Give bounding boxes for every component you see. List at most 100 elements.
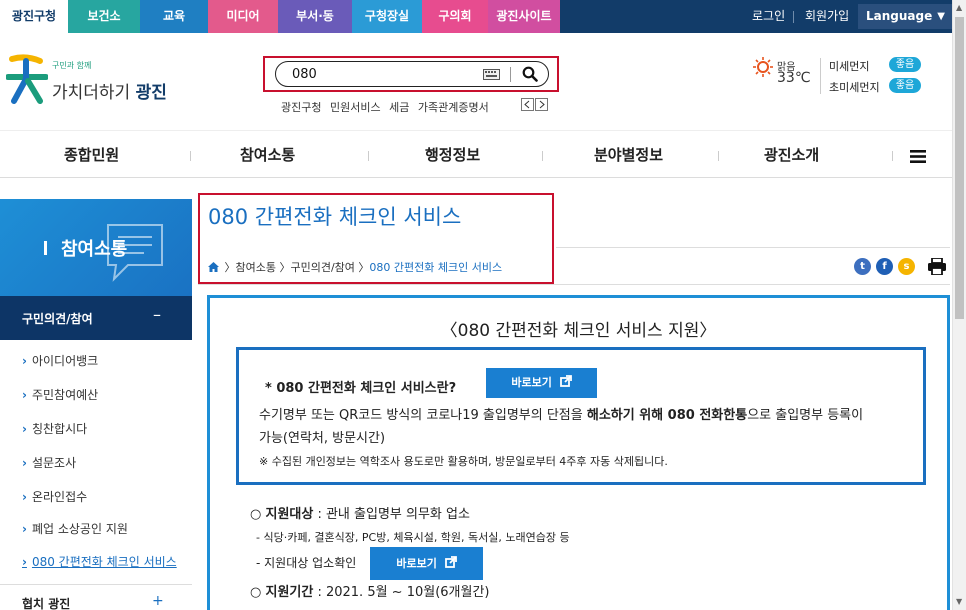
logo-icon[interactable] [6, 51, 48, 105]
sidebar-item-label: 주민참여예산 [31, 388, 99, 402]
login-link[interactable]: 로그인 [752, 0, 785, 33]
weather-temperature: 33℃ [777, 70, 811, 86]
breadcrumb-current: 080 간편전화 체크인 서비스 [369, 261, 503, 274]
chevron-right-icon: › [22, 422, 27, 436]
logo-text-main: 가치더하기 [52, 83, 136, 103]
main-nav: 종합민원 참여소통 행정정보 분야별정보 광진소개 [0, 130, 952, 178]
logo-text-strong: 광진 [135, 83, 167, 103]
info-description: 수기명부 또는 QR코드 방식의 코로나19 출입명부의 단점을 해소하기 위해… [259, 404, 863, 423]
support-target-text: : 관내 출입명부 의무화 업소 [313, 507, 470, 522]
divider [198, 284, 950, 285]
sidebar-item-label: 폐업 소상공인 지원 [31, 522, 128, 536]
twitter-share-icon[interactable]: t [854, 258, 871, 275]
nav-field-info[interactable]: 분야별정보 [594, 144, 663, 165]
view-button-label: 바로보기 [511, 376, 552, 389]
quick-link-tax[interactable]: 세금 [389, 101, 409, 114]
nav-divider [368, 151, 369, 161]
sidebar-item-praise[interactable]: › 칭찬합시다 [22, 420, 87, 437]
nav-about[interactable]: 광진소개 [764, 144, 819, 165]
scroll-up-icon[interactable]: ▲ [956, 3, 962, 12]
kakao-story-share-icon[interactable]: s [898, 258, 915, 275]
chevron-right-icon: › [22, 555, 27, 569]
chevron-right-icon: › [22, 522, 27, 536]
collapse-icon[interactable]: – [153, 305, 161, 324]
page-scrollbar[interactable]: ▲ ▼ [952, 0, 966, 610]
ultrafine-dust-label: 초미세먼지 [829, 81, 880, 94]
divider [556, 247, 950, 248]
fine-dust-badge: 좋음 [889, 57, 921, 72]
logo-text[interactable]: 가치더하기 광진 [52, 78, 167, 103]
view-button[interactable]: 바로보기 [486, 368, 597, 398]
scroll-down-icon[interactable]: ▼ [956, 597, 962, 606]
prev-next-icon[interactable] [521, 98, 549, 111]
tab-health-center[interactable]: 보건소 [68, 0, 140, 33]
page-title: 080 간편전화 체크인 서비스 [208, 205, 462, 229]
search-divider [510, 67, 511, 82]
sidebar-header: 참여소통 [0, 199, 192, 296]
logo-tagline: 구민과 함께 [52, 61, 92, 70]
top-divider [793, 11, 794, 23]
search-area [263, 56, 559, 92]
language-select[interactable]: Language ▼ [858, 4, 952, 29]
caret-down-icon: ▼ [937, 11, 945, 22]
nav-divider [542, 151, 543, 161]
sidebar-item-closure-support[interactable]: › 폐업 소상공인 지원 [22, 520, 128, 537]
fine-dust-label: 미세먼지 [829, 60, 870, 73]
breadcrumb: 〉참여소통 〉구민의견/참여 〉080 간편전화 체크인 서비스 [208, 259, 502, 275]
nav-participation[interactable]: 참여소통 [240, 144, 295, 165]
sidebar-item-survey[interactable]: › 설문조사 [22, 454, 76, 471]
sidebar-section-header[interactable]: 구민의견/참여 – [0, 296, 192, 340]
menu-icon[interactable] [910, 150, 926, 163]
chevron-right-icon: › [22, 354, 27, 368]
sidebar-item-online[interactable]: › 온라인접수 [22, 488, 87, 505]
tab-gwangjin-sites[interactable]: 광진사이트 [488, 0, 560, 33]
info-text: 수기명부 또는 QR코드 방식의 코로나19 출입명부의 단점을 [259, 408, 587, 423]
quick-link-office[interactable]: 광진구청 [281, 101, 321, 114]
quick-link-civil[interactable]: 민원서비스 [330, 101, 381, 114]
top-bar: 광진구청 보건소 교육 미디어 부서·동 구청장실 구의회 광진사이트 로그인 … [0, 0, 952, 33]
weather-divider [820, 58, 821, 94]
sidebar-item-label: 온라인접수 [31, 490, 88, 504]
sun-icon [753, 57, 773, 77]
content-box: 〈080 간편전화 체크인 서비스 지원〉 * 080 간편전화 체크인 서비스… [207, 295, 950, 610]
support-target: ○ 지원대상 : 관내 출입명부 의무화 업소 [250, 507, 470, 522]
content-heading: 〈080 간편전화 체크인 서비스 지원〉 [440, 321, 717, 341]
sidebar-item-label: 아이디어뱅크 [31, 354, 99, 368]
support-period: ○ 지원기간 : 2021. 5월 ~ 10월(6개월간) [250, 585, 490, 600]
tab-departments[interactable]: 부서·동 [278, 0, 352, 33]
search-input[interactable] [292, 66, 452, 82]
nav-divider [892, 151, 893, 161]
tab-education[interactable]: 교육 [140, 0, 208, 33]
sidebar-item-idea-bank[interactable]: › 아이디어뱅크 [22, 352, 98, 369]
tab-media[interactable]: 미디어 [208, 0, 278, 33]
quick-link-family[interactable]: 가족관계증명서 [418, 101, 489, 114]
search-icon[interactable] [522, 66, 538, 82]
tab-mayor-office[interactable]: 구청장실 [352, 0, 422, 33]
speech-bubble-icon [107, 224, 163, 282]
scrollbar-thumb[interactable] [955, 17, 964, 319]
keyboard-icon[interactable] [483, 69, 500, 80]
business-check-button[interactable]: 바로보기 [370, 547, 483, 580]
breadcrumb-item[interactable]: 참여소통 [236, 261, 276, 274]
nav-civil-services[interactable]: 종합민원 [64, 144, 119, 165]
language-label: Language [866, 9, 933, 23]
sidebar-item-080-checkin[interactable]: › 080 간편전화 체크인 서비스 [22, 553, 177, 570]
ultrafine-dust-badge: 좋음 [889, 78, 921, 93]
sidebar-title-marker [44, 241, 47, 255]
sidebar-item-governance[interactable]: 협치 광진 + [0, 584, 192, 610]
tab-council[interactable]: 구의회 [422, 0, 488, 33]
home-icon[interactable] [208, 262, 219, 272]
support-period-text: : 2021. 5월 ~ 10월(6개월간) [313, 585, 490, 600]
nav-administration[interactable]: 행정정보 [425, 144, 480, 165]
sidebar-item-label: 칭찬합시다 [31, 422, 88, 436]
facebook-share-icon[interactable]: f [876, 258, 893, 275]
tab-gwangjin-office[interactable]: 광진구청 [0, 0, 68, 33]
join-link[interactable]: 회원가입 [805, 0, 849, 33]
breadcrumb-item[interactable]: 구민의견/참여 [290, 261, 354, 274]
sidebar-item-budget[interactable]: › 주민참여예산 [22, 386, 98, 403]
support-target-detail: - 식당·카페, 결혼식장, PC방, 체육시설, 학원, 독서실, 노래연습장… [256, 531, 570, 544]
expand-icon[interactable]: + [152, 593, 164, 609]
print-icon[interactable] [928, 258, 946, 275]
sidebar-item-label: 설문조사 [31, 456, 77, 470]
info-box: * 080 간편전화 체크인 서비스란? 바로보기 수기명부 또는 QR코드 방… [236, 347, 926, 485]
